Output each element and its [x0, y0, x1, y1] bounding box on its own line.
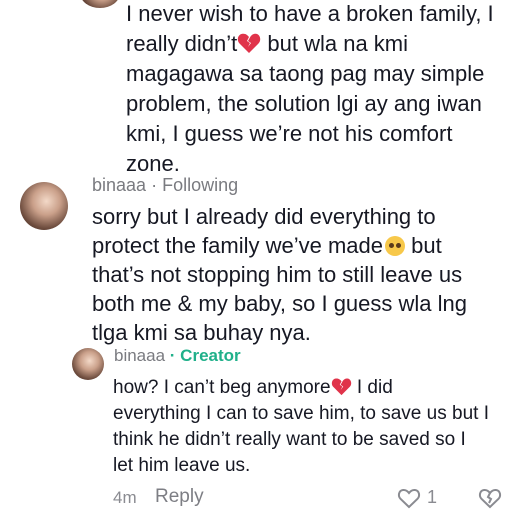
reply-text: I did	[351, 377, 393, 398]
comment-text: protect the family we’ve made	[92, 233, 384, 258]
avatar[interactable]	[72, 348, 104, 380]
avatar[interactable]	[80, 0, 120, 8]
comment-line: both me & my baby, so I guess wla lng	[92, 291, 467, 316]
creator-badge: · Creator	[169, 346, 241, 365]
dislike-button[interactable]	[478, 487, 502, 509]
comment-text: but	[405, 233, 442, 258]
comment-line: really didn’t but wla na kmi	[126, 30, 408, 58]
like-button[interactable]: 1	[397, 487, 447, 509]
comment-line: sorry but I already did everything to	[92, 204, 436, 229]
reply-line: think he didn’t really want to be saved …	[113, 429, 466, 450]
comment-text: but wla na kmi	[261, 31, 409, 56]
broken-heart-icon	[238, 33, 261, 53]
comment-line: magagawa sa taong pag may simple	[126, 61, 485, 86]
comment-meta: binaaa · Following	[92, 175, 238, 196]
reply-meta: binaaa · Creator	[114, 346, 241, 366]
avatar[interactable]	[20, 182, 68, 230]
username[interactable]: binaaa	[114, 346, 165, 365]
comment-text: really didn’t	[126, 31, 238, 56]
reply-button[interactable]: Reply	[155, 486, 204, 508]
like-count: 1	[427, 487, 438, 507]
comment-line: that’s not stopping him to still leave u…	[92, 262, 463, 287]
pleading-face-icon	[385, 236, 406, 256]
comment-line: kmi, I guess we’re not his comfort	[126, 121, 453, 146]
comment-line: I never wish to have a broken family, I	[126, 1, 494, 26]
broken-heart-icon	[331, 378, 351, 396]
comment-line: tlga kmi sa buhay nya.	[92, 320, 311, 345]
reply-line: let him leave us.	[113, 455, 251, 476]
reply-line: how? I can’t beg anymore I did	[113, 376, 393, 400]
comment-line: zone.	[126, 151, 180, 176]
reply-line: everything I can to save him, to save us…	[113, 403, 489, 424]
timestamp: 4m	[113, 488, 137, 507]
comment-line: problem, the solution lgi ay ang iwan	[126, 91, 482, 116]
heart-outline-icon	[397, 488, 421, 509]
following-label: · Following	[151, 175, 239, 195]
dislike-icon	[478, 488, 502, 509]
username[interactable]: binaaa	[92, 175, 146, 195]
reply-text: how? I can’t beg anymore	[113, 377, 331, 398]
comment-line: protect the family we’ve made but	[92, 232, 442, 260]
